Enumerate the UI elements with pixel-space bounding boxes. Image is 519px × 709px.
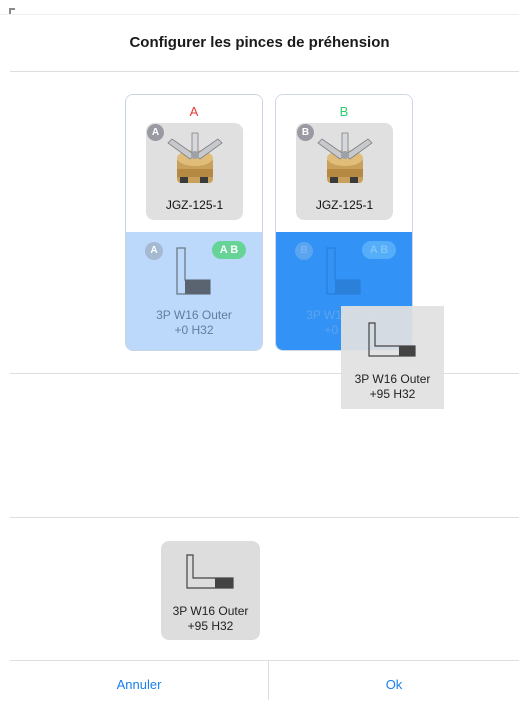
gripper-icon xyxy=(167,132,223,183)
gripper-name: JGZ-125-1 xyxy=(165,198,224,212)
gripper-name: JGZ-125-1 xyxy=(315,198,374,212)
finger-label: 3P W16 Outer +95 H32 xyxy=(341,372,444,402)
finger-palette-item[interactable]: 3P W16 Outer +95 H32 xyxy=(161,541,260,640)
finger-slot[interactable]: A A B 3P W16 Outer +0 H32 xyxy=(126,232,262,350)
finger-badge-left: A xyxy=(145,242,163,260)
finger-icon xyxy=(176,247,211,295)
finger-label: 3P W16 Outer +0 H32 xyxy=(126,308,262,338)
divider xyxy=(10,71,519,72)
dialog-title: Configurer les pinces de préhension xyxy=(129,34,390,51)
finger-offset: +95 H32 xyxy=(187,619,234,633)
cancel-button[interactable]: Annuler xyxy=(10,661,268,700)
finger-icon xyxy=(368,322,416,357)
slot-badge: A xyxy=(147,124,164,141)
finger-label: 3P W16 Outer +95 H32 xyxy=(161,604,260,634)
gripper-icon xyxy=(317,132,373,183)
gripper-card[interactable]: A JGZ-125-1 xyxy=(146,123,243,220)
corner-mark-icon xyxy=(9,8,15,14)
finger-offset: +0 H32 xyxy=(174,323,214,337)
top-band xyxy=(0,0,519,15)
slot-letter: A xyxy=(189,104,199,119)
finger-name: 3P W16 Outer xyxy=(172,604,249,618)
finger-badge-compat: A B xyxy=(362,241,396,259)
divider xyxy=(10,517,519,518)
finger-name: 3P W16 Outer xyxy=(156,308,232,322)
finger-badge-left: B xyxy=(295,242,313,260)
slot-letter: B xyxy=(339,104,349,119)
slot-header: A A JGZ-125-1 xyxy=(126,95,262,232)
finger-icon xyxy=(326,247,361,295)
finger-offset: +95 H32 xyxy=(369,387,416,401)
finger-name: 3P W16 Outer xyxy=(354,372,431,386)
gripper-card[interactable]: B JGZ-125-1 xyxy=(296,123,393,220)
gripper-slot-a[interactable]: A A JGZ-125-1 A A B 3P W16 Outer +0 H32 xyxy=(125,94,263,351)
dialog-footer: Annuler Ok xyxy=(10,660,519,700)
finger-badge-compat: A B xyxy=(212,241,246,259)
slot-header: B B JGZ-125-1 xyxy=(276,95,412,232)
finger-icon xyxy=(186,554,234,589)
drag-ghost[interactable]: 3P W16 Outer +95 H32 xyxy=(341,306,444,409)
ok-button[interactable]: Ok xyxy=(269,661,519,700)
slot-badge: B xyxy=(297,124,314,141)
